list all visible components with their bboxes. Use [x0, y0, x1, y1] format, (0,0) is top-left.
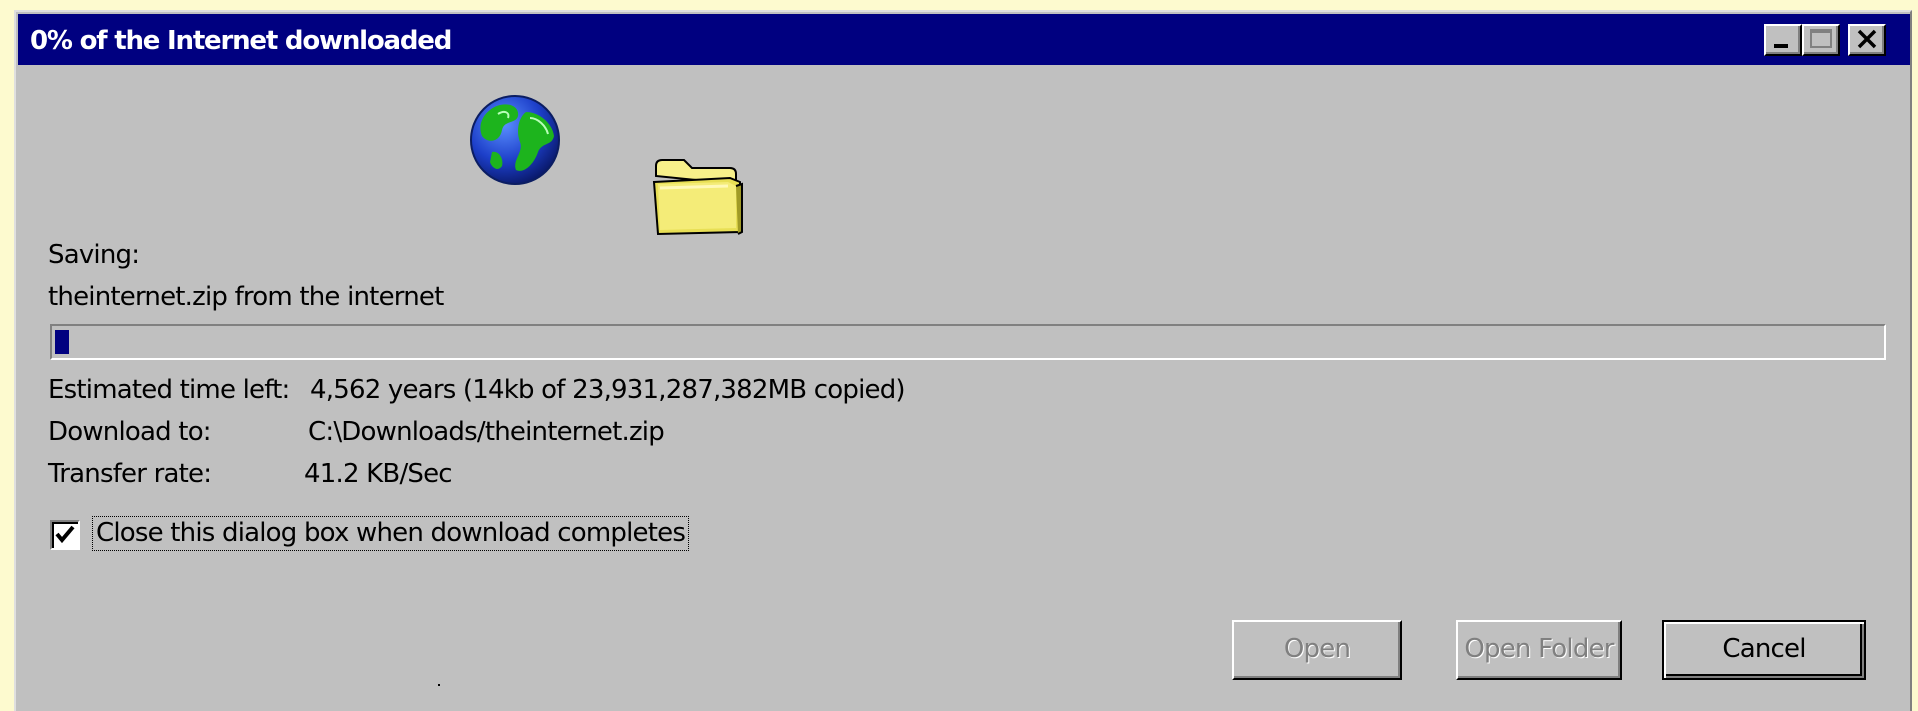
file-description: theinternet.zip from the internet: [48, 282, 444, 312]
close-button[interactable]: [1848, 24, 1886, 56]
download-to-label: Download to:: [48, 417, 212, 447]
open-folder-button[interactable]: Open Folder: [1456, 620, 1622, 680]
open-folder-button-label: Open Folder: [1464, 634, 1614, 664]
maximize-icon: [1810, 29, 1832, 48]
window-title: 0% of the Internet downloaded: [30, 26, 452, 56]
progress-fill: [55, 330, 69, 354]
close-when-done-label[interactable]: Close this dialog box when download comp…: [92, 516, 690, 551]
transfer-rate-label: Transfer rate:: [48, 459, 212, 489]
close-when-done-checkbox[interactable]: [50, 520, 80, 550]
open-button[interactable]: Open: [1232, 620, 1402, 680]
time-left-label: Estimated time left:: [48, 375, 290, 405]
time-left-value: 4,562 years (14kb of 23,931,287,382MB co…: [310, 375, 906, 405]
cancel-button-label: Cancel: [1722, 634, 1806, 664]
close-icon: [1857, 29, 1877, 49]
download-dialog: 0% of the Internet downloaded Saving: th…: [14, 10, 1912, 711]
minimize-button[interactable]: [1764, 24, 1802, 56]
checkmark-icon: [55, 525, 75, 544]
stray-dot: [438, 684, 440, 686]
minimize-icon: [1774, 44, 1788, 48]
transfer-rate-value: 41.2 KB/Sec: [304, 459, 453, 489]
globe-icon: [470, 95, 560, 185]
download-to-value: C:\Downloads/theinternet.zip: [308, 417, 665, 447]
progress-bar: [50, 324, 1886, 360]
cancel-button[interactable]: Cancel: [1662, 620, 1866, 680]
title-bar[interactable]: 0% of the Internet downloaded: [18, 14, 1910, 65]
folder-icon: [652, 159, 743, 236]
open-button-label: Open: [1283, 634, 1351, 664]
maximize-button[interactable]: [1802, 24, 1840, 56]
saving-label: Saving:: [48, 240, 140, 270]
